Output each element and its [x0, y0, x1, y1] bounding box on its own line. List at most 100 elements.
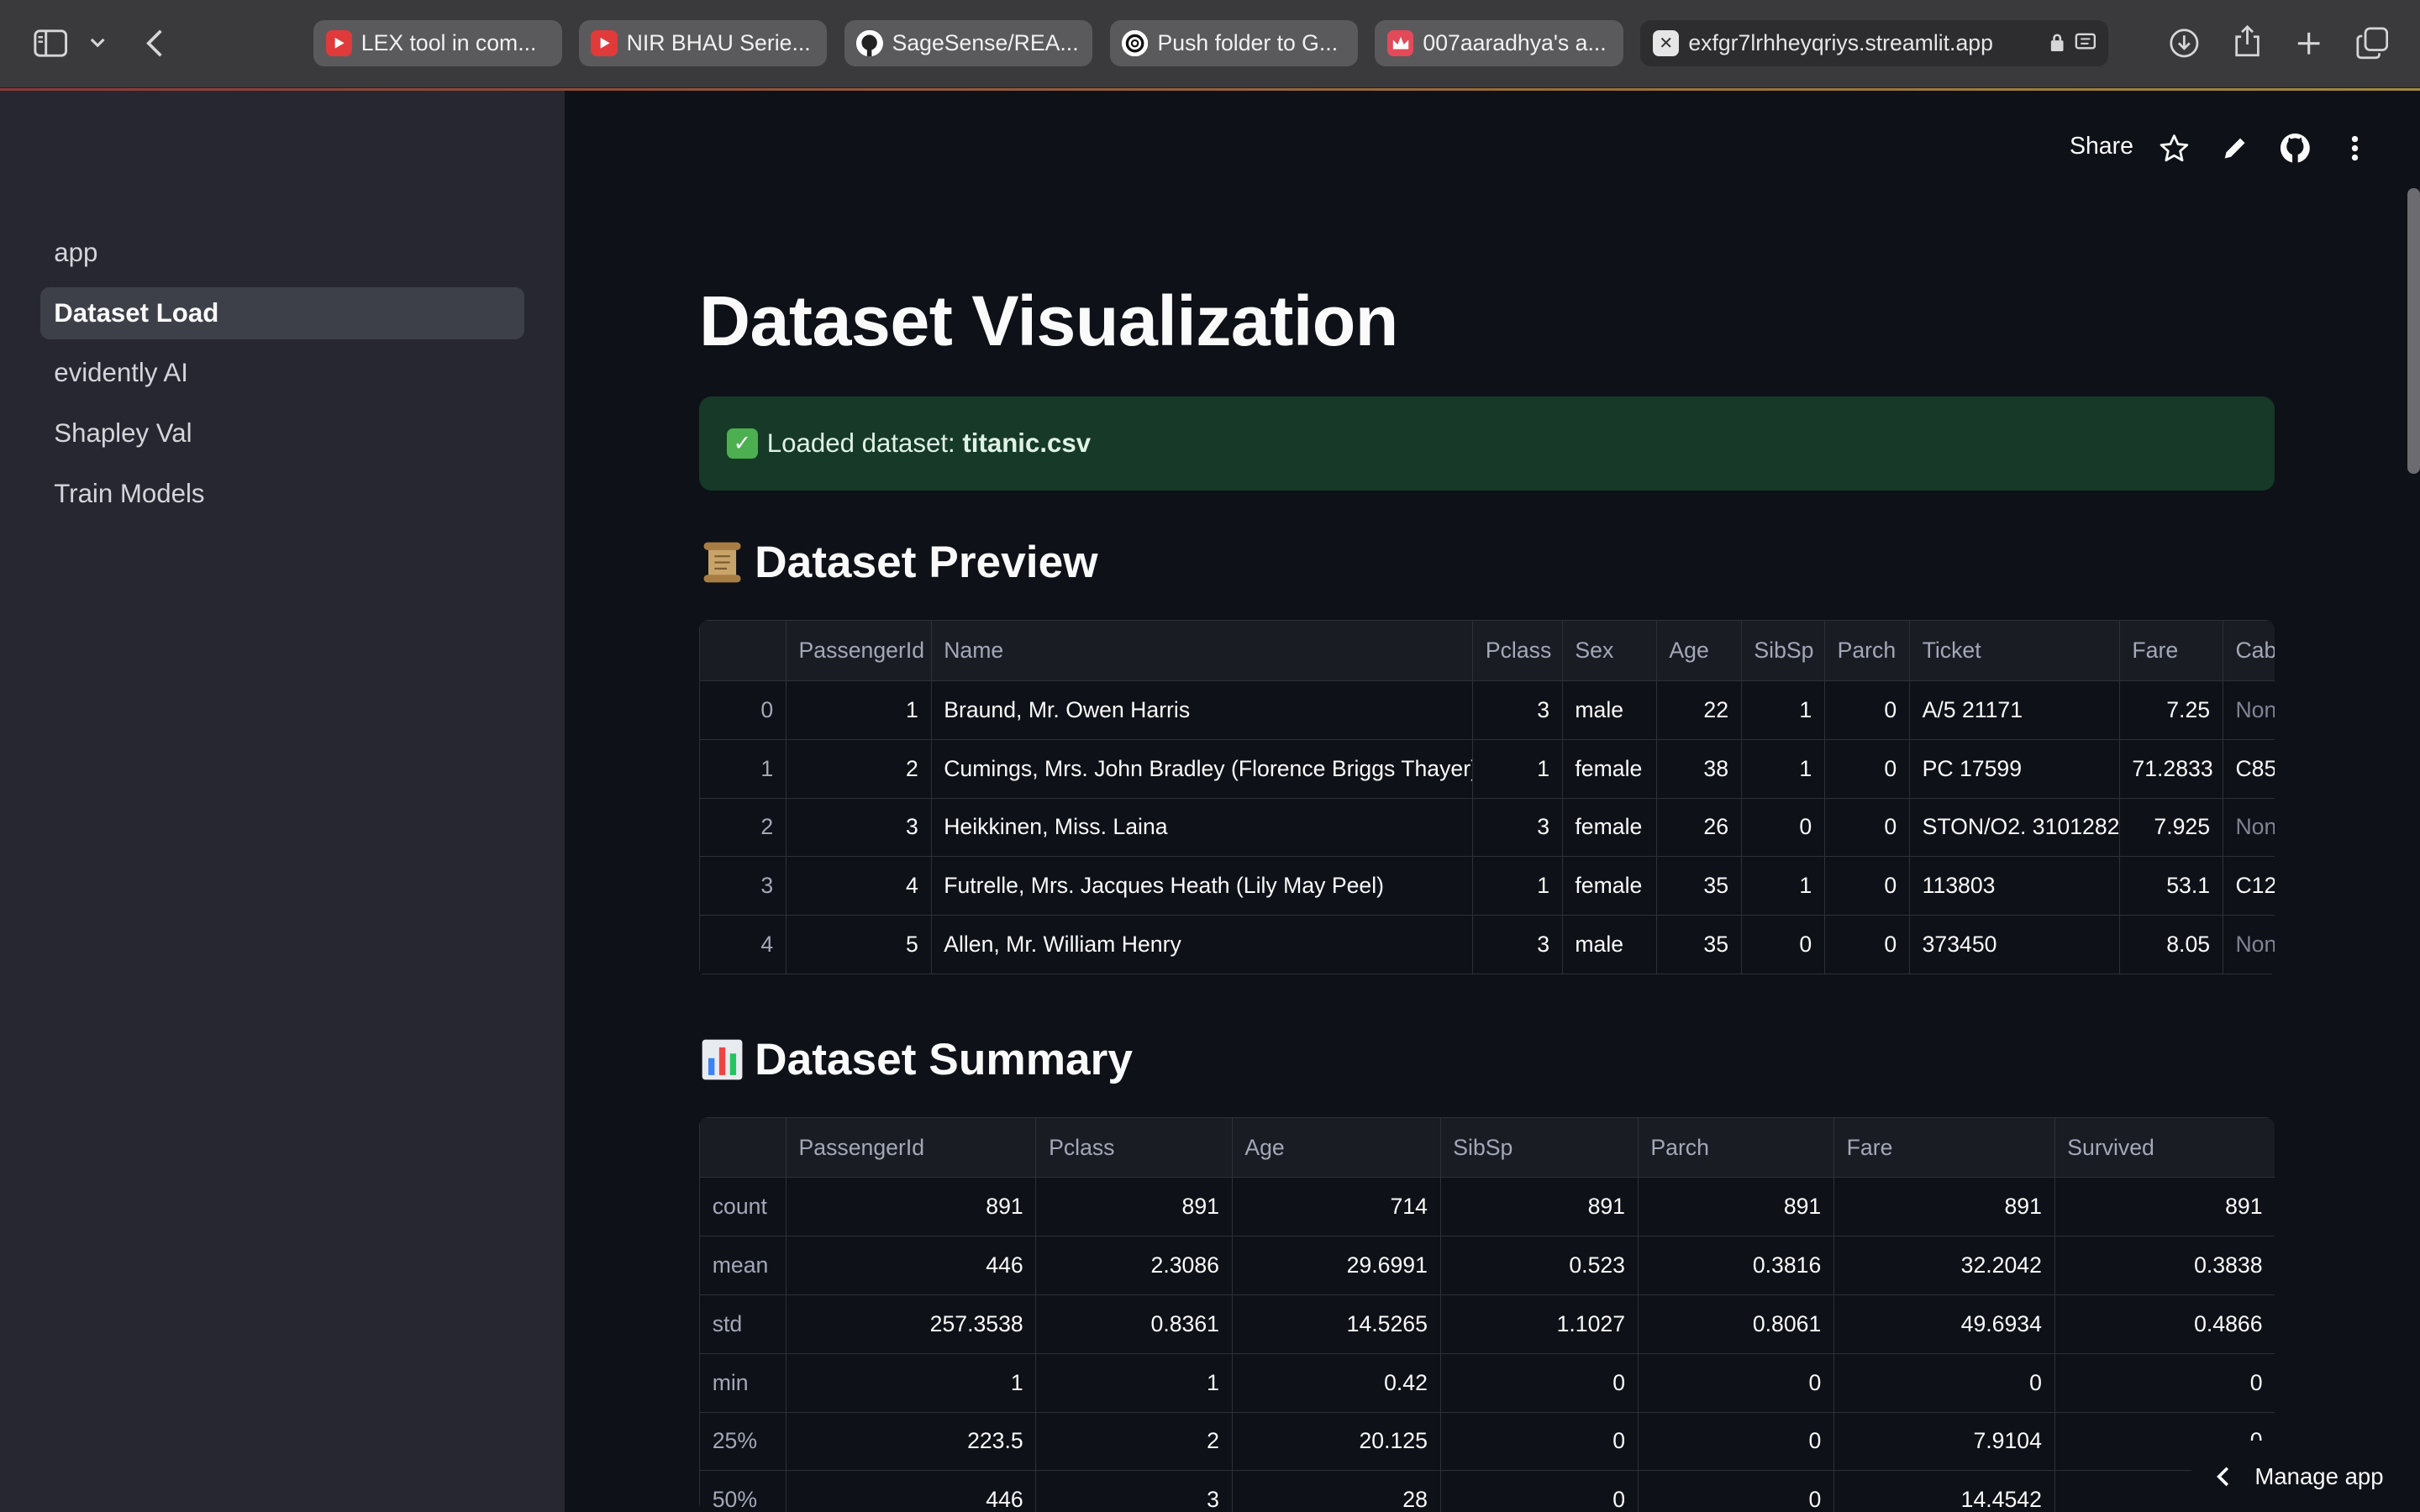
table-cell[interactable]: 1 — [1472, 856, 1563, 916]
table-cell[interactable]: Futrelle, Mrs. Jacques Heath (Lily May P… — [930, 856, 1474, 916]
browser-tab[interactable]: SageSense/REA... — [844, 19, 1093, 66]
tab-overview-icon[interactable] — [2354, 24, 2391, 61]
table-cell[interactable]: 0 — [1439, 1411, 1639, 1472]
table-cell[interactable]: 7.925 — [2118, 797, 2223, 858]
table-cell[interactable]: 1 — [1472, 738, 1563, 799]
table-cell[interactable]: Cumings, Mrs. John Bradley (Florence Bri… — [930, 738, 1474, 799]
column-header[interactable]: Cab — [2222, 620, 2275, 681]
table-cell[interactable]: 0.4866 — [2054, 1294, 2275, 1354]
table-cell[interactable]: 20.125 — [1231, 1411, 1441, 1472]
row-index[interactable]: min — [699, 1352, 786, 1413]
table-cell[interactable]: 0.3838 — [2054, 1236, 2275, 1295]
browser-tab[interactable]: Push folder to G... — [1109, 19, 1359, 66]
row-index[interactable]: 0 — [699, 680, 786, 740]
table-cell[interactable]: female — [1561, 797, 1657, 858]
index-header[interactable] — [699, 1116, 786, 1179]
table-cell[interactable]: 0 — [2054, 1352, 2275, 1413]
table-cell[interactable]: Braund, Mr. Owen Harris — [930, 680, 1474, 740]
table-cell[interactable]: 1 — [785, 680, 932, 740]
table-cell[interactable]: 38 — [1655, 738, 1742, 799]
table-cell[interactable]: 1 — [1740, 680, 1825, 740]
table-cell[interactable]: 373450 — [1908, 915, 2120, 974]
table-cell[interactable]: Allen, Mr. William Henry — [930, 915, 1474, 974]
table-cell[interactable]: 0 — [1740, 915, 1825, 974]
table-cell[interactable]: 891 — [1439, 1177, 1639, 1237]
column-header[interactable]: Age — [1231, 1116, 1441, 1179]
edit-pencil-icon[interactable] — [2219, 133, 2250, 164]
table-cell[interactable]: 0 — [1823, 797, 1910, 858]
sidebar-item-app[interactable]: app — [40, 227, 525, 279]
row-index[interactable]: 25% — [699, 1411, 786, 1472]
table-cell[interactable]: 53.1 — [2118, 856, 2223, 916]
table-cell[interactable]: 7.25 — [2118, 680, 2223, 740]
table-cell[interactable]: 49.6934 — [1833, 1294, 2055, 1354]
table-cell[interactable]: 1.1027 — [1439, 1294, 1639, 1354]
column-header[interactable]: Sex — [1561, 620, 1657, 681]
table-cell[interactable]: female — [1561, 856, 1657, 916]
table-cell[interactable]: 0 — [1637, 1411, 1834, 1472]
table-cell[interactable]: STON/O2. 3101282 — [1908, 797, 2120, 858]
browser-tab-active[interactable]: ✕ exfgr7lrhheyqriys.streamlit.app — [1640, 19, 2108, 66]
table-cell[interactable]: 2 — [1035, 1411, 1233, 1472]
star-icon[interactable] — [2158, 133, 2191, 164]
sidebar-toggle-icon[interactable] — [31, 24, 71, 61]
table-cell[interactable]: 113803 — [1908, 856, 2120, 916]
table-cell[interactable]: 0.8361 — [1035, 1294, 1233, 1354]
table-cell[interactable]: 7.9104 — [1833, 1411, 2055, 1472]
table-cell[interactable]: 22 — [1655, 680, 1742, 740]
table-cell[interactable]: 891 — [785, 1177, 1037, 1237]
github-icon[interactable] — [2278, 131, 2312, 165]
row-index[interactable]: 3 — [699, 856, 786, 916]
page-scrollbar[interactable] — [2407, 188, 2420, 474]
table-cell[interactable]: 29.6991 — [1231, 1236, 1441, 1295]
table-cell[interactable]: PC 17599 — [1908, 738, 2120, 799]
table-cell[interactable]: 3 — [1472, 797, 1563, 858]
table-cell[interactable]: 35 — [1655, 856, 1742, 916]
column-header[interactable]: Age — [1655, 620, 1742, 681]
column-header[interactable]: Pclass — [1035, 1116, 1233, 1179]
table-cell[interactable]: C12 — [2222, 856, 2275, 916]
table-cell[interactable]: 32.2042 — [1833, 1236, 2055, 1295]
table-cell[interactable]: 0 — [1823, 680, 1910, 740]
row-index[interactable]: mean — [699, 1236, 786, 1295]
sidebar-item-evidently-ai[interactable]: evidently AI — [40, 347, 525, 399]
table-cell[interactable]: 0 — [1833, 1352, 2055, 1413]
table-cell[interactable]: 5 — [785, 915, 932, 974]
table-cell[interactable]: 3 — [1472, 680, 1563, 740]
sidebar-item-train-models[interactable]: Train Models — [40, 468, 525, 520]
table-cell[interactable]: 257.3538 — [785, 1294, 1037, 1354]
table-cell[interactable]: 14.5265 — [1231, 1294, 1441, 1354]
table-cell[interactable]: C85 — [2222, 738, 2275, 799]
table-cell[interactable]: 26 — [1655, 797, 1742, 858]
table-cell[interactable]: Non — [2222, 915, 2275, 974]
table-cell[interactable]: A/5 21171 — [1908, 680, 2120, 740]
table-cell[interactable]: 2.3086 — [1035, 1236, 1233, 1295]
table-cell[interactable]: 71.2833 — [2118, 738, 2223, 799]
row-index[interactable]: 4 — [699, 915, 786, 974]
table-cell[interactable]: 891 — [1833, 1177, 2055, 1237]
more-options-icon[interactable] — [2339, 131, 2370, 165]
sidebar-item-dataset-load[interactable]: Dataset Load — [39, 286, 525, 340]
table-cell[interactable]: 0.3816 — [1637, 1236, 1834, 1295]
row-index[interactable]: 1 — [699, 738, 786, 799]
table-cell[interactable]: 1 — [1740, 738, 1825, 799]
table-cell[interactable]: 0.523 — [1439, 1236, 1639, 1295]
table-cell[interactable]: 2 — [785, 738, 932, 799]
table-cell[interactable]: 0.42 — [1231, 1352, 1441, 1413]
table-cell[interactable]: 0 — [1439, 1352, 1639, 1413]
table-cell[interactable]: 3 — [785, 797, 932, 858]
table-cell[interactable]: male — [1561, 680, 1657, 740]
table-cell[interactable]: 0 — [1637, 1352, 1834, 1413]
row-index[interactable]: count — [699, 1177, 786, 1237]
share-button[interactable]: Share — [2070, 133, 2133, 160]
column-header[interactable]: Name — [930, 620, 1474, 681]
close-icon[interactable]: ✕ — [1653, 29, 1680, 57]
table-cell[interactable]: 0 — [1740, 797, 1825, 858]
column-header[interactable]: SibSp — [1439, 1116, 1639, 1179]
sidebar-item-shapley-val[interactable]: Shapley Val — [40, 407, 525, 459]
browser-tab[interactable]: 007aaradhya's a... — [1375, 19, 1624, 66]
table-cell[interactable]: female — [1561, 738, 1657, 799]
column-header[interactable]: Fare — [2118, 620, 2223, 681]
column-header[interactable]: PassengerId — [785, 620, 932, 681]
back-icon[interactable] — [139, 24, 170, 61]
